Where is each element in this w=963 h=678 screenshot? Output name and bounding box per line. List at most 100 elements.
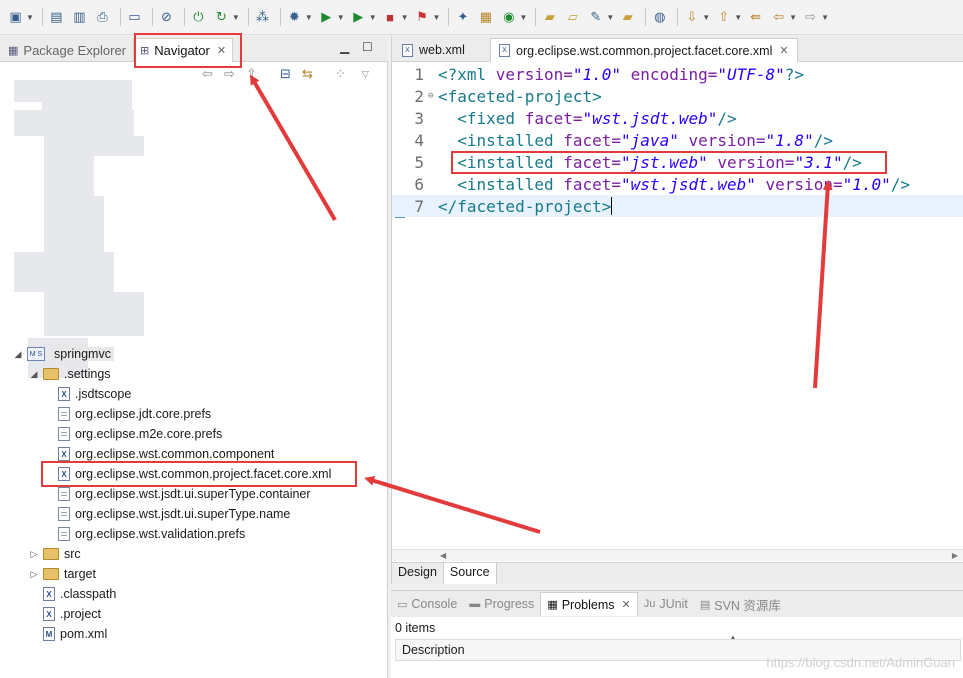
maximize-icon[interactable]: ☐ (362, 40, 373, 54)
code-token: "1.0" (572, 64, 622, 84)
tree-item-settings-folder[interactable]: ◢ .settings (28, 364, 111, 384)
new-package-icon[interactable]: ▦ (476, 8, 495, 27)
code-token: <installed (438, 174, 564, 194)
tab-package-explorer[interactable]: ▦ Package Explorer (2, 38, 132, 62)
forward-icon[interactable]: ⇨ (224, 66, 235, 82)
code-token: facet= (563, 174, 622, 194)
chevron-down-icon[interactable]: ▼ (734, 13, 742, 22)
tree-item-file[interactable]: org.eclipse.wst.validation.prefs (58, 524, 245, 544)
fold-icon[interactable]: ⊖ (428, 91, 438, 101)
link-editor-icon[interactable]: ⇆ (302, 66, 313, 82)
filter-icon[interactable]: ⁘ (335, 66, 346, 82)
tab-facet-core-xml[interactable]: X org.eclipse.wst.common.project.facet.c… (490, 38, 798, 62)
prev-annotation-icon[interactable]: ⇧ (714, 8, 733, 27)
up-icon[interactable]: ⇧ (246, 66, 257, 82)
stop-icon[interactable]: ■ (381, 8, 400, 27)
new-java-class-icon[interactable]: ✦ (453, 8, 472, 27)
line-number: 5 (414, 152, 424, 172)
tree-item-file[interactable]: X .classpath (43, 584, 116, 604)
console-icon[interactable]: ▭ (125, 8, 144, 27)
tree-item-target-folder[interactable]: ▷ target (28, 564, 96, 584)
minimize-icon[interactable]: ▁ (340, 40, 349, 54)
tab-junit[interactable]: Ju JUnit (638, 592, 694, 616)
tab-source[interactable]: Source (443, 563, 497, 584)
print-icon[interactable]: ⎙ (93, 8, 112, 27)
tab-svn-repository[interactable]: ▤ SVN 资源库 (694, 592, 787, 616)
save-all-icon[interactable]: ▥ (70, 8, 89, 27)
chevron-down-icon[interactable]: ▼ (519, 13, 527, 22)
expand-arrow-icon[interactable]: ◢ (28, 369, 40, 380)
redacted-block (44, 136, 144, 156)
navigator-panel: ▦ Package Explorer ⊞ Navigator ✕ ▁ ☐ ⇦ ⇨… (0, 36, 388, 678)
next-annotation-icon[interactable]: ⇩ (682, 8, 701, 27)
chevron-down-icon[interactable]: ▼ (305, 13, 313, 22)
tree-item-src-folder[interactable]: ▷ src (28, 544, 81, 564)
tree-item-file[interactable]: org.eclipse.wst.jsdt.ui.superType.contai… (58, 484, 311, 504)
open-type-icon[interactable]: ◉ (499, 8, 518, 27)
tab-console[interactable]: ▭ Console (391, 592, 463, 616)
new-icon[interactable]: ▣ (6, 8, 25, 27)
tab-web-xml[interactable]: X web.xml (394, 38, 473, 62)
separator (41, 8, 43, 26)
items-count: 0 items (395, 621, 436, 635)
debug-icon[interactable]: ✹ (285, 8, 304, 27)
external-tools-icon[interactable]: ⚑ (413, 8, 432, 27)
text-file-icon (58, 427, 70, 441)
code-editor[interactable]: 1 <?xml version= "1.0" encoding= "UTF-8" ?>… (392, 63, 963, 548)
tree-item-file[interactable]: X .jsdtscope (58, 384, 131, 404)
open-resource-icon[interactable]: ▱ (563, 8, 582, 27)
code-token: "wst.jsdt.web" (621, 174, 756, 194)
collapse-arrow-icon[interactable]: ▷ (28, 569, 40, 580)
folder-icon (43, 368, 59, 380)
collapse-arrow-icon[interactable]: ▷ (28, 549, 40, 560)
view-menu-icon[interactable]: ▽ (362, 69, 369, 80)
save-icon[interactable]: ▤ (47, 8, 66, 27)
collapse-all-icon[interactable]: ⊟ (280, 66, 291, 82)
folder-icon (43, 568, 59, 580)
code-token: "1.0" (842, 174, 891, 194)
open-folder-icon[interactable]: ▰ (540, 8, 559, 27)
chevron-down-icon[interactable]: ▼ (337, 13, 345, 22)
expand-arrow-icon[interactable]: ◢ (12, 349, 24, 360)
chevron-down-icon[interactable]: ▼ (369, 13, 377, 22)
chevron-down-icon[interactable]: ▼ (606, 13, 614, 22)
run-ext-icon[interactable]: ▶ (349, 8, 368, 27)
tree-item-file[interactable]: X .project (43, 604, 101, 624)
redacted-block (42, 80, 132, 110)
skip-breakpoints-icon[interactable]: ⊘ (157, 8, 176, 27)
scroll-left-icon[interactable]: ◀ (440, 551, 446, 560)
tree-item-project[interactable]: ◢ M S springmvc (12, 344, 114, 364)
editor-panel: X web.xml X org.eclipse.wst.common.proje… (391, 36, 963, 584)
chevron-down-icon[interactable]: ▼ (789, 13, 797, 22)
close-icon[interactable]: ✕ (779, 44, 788, 57)
web-browser-icon[interactable]: ◍ (650, 8, 669, 27)
refresh-icon[interactable]: ↻ (212, 8, 231, 27)
folder-icon[interactable]: ▰ (618, 8, 637, 27)
back-icon[interactable]: ⇦ (769, 8, 788, 27)
last-edit-icon[interactable]: ⇚ (746, 8, 765, 27)
chevron-down-icon[interactable]: ▼ (433, 13, 441, 22)
tab-problems[interactable]: ▦ Problems ✕ (540, 592, 638, 616)
chevron-down-icon[interactable]: ▼ (232, 13, 240, 22)
wand-icon[interactable]: ✎ (586, 8, 605, 27)
run-icon[interactable]: ▶ (317, 8, 336, 27)
tab-progress[interactable]: ▬ Progress (463, 592, 540, 616)
chevron-down-icon[interactable]: ▼ (702, 13, 710, 22)
tree-item-file[interactable]: org.eclipse.m2e.core.prefs (58, 424, 222, 444)
forward-icon[interactable]: ⇨ (801, 8, 820, 27)
hierarchy-icon[interactable]: ⁂ (253, 8, 272, 27)
tree-item-file[interactable]: org.eclipse.wst.jsdt.ui.superType.name (58, 504, 290, 524)
chevron-down-icon[interactable]: ▼ (401, 13, 409, 22)
tab-design[interactable]: Design (392, 563, 444, 584)
power-icon[interactable]: ⏻ (189, 8, 208, 27)
tree-item-file[interactable]: M pom.xml (43, 624, 107, 644)
code-line: 4 <installed facet= "java" version= "1.8" /… (392, 129, 833, 151)
horizontal-scrollbar[interactable]: ◀ ▶ (392, 549, 963, 561)
xml-file-icon: X (58, 447, 70, 461)
tree-item-file[interactable]: org.eclipse.jdt.core.prefs (58, 404, 211, 424)
chevron-down-icon[interactable]: ▼ (821, 13, 829, 22)
chevron-down-icon[interactable]: ▼ (26, 13, 34, 22)
scroll-right-icon[interactable]: ▶ (952, 551, 958, 560)
back-icon[interactable]: ⇦ (202, 66, 213, 82)
close-icon[interactable]: ✕ (622, 598, 631, 611)
